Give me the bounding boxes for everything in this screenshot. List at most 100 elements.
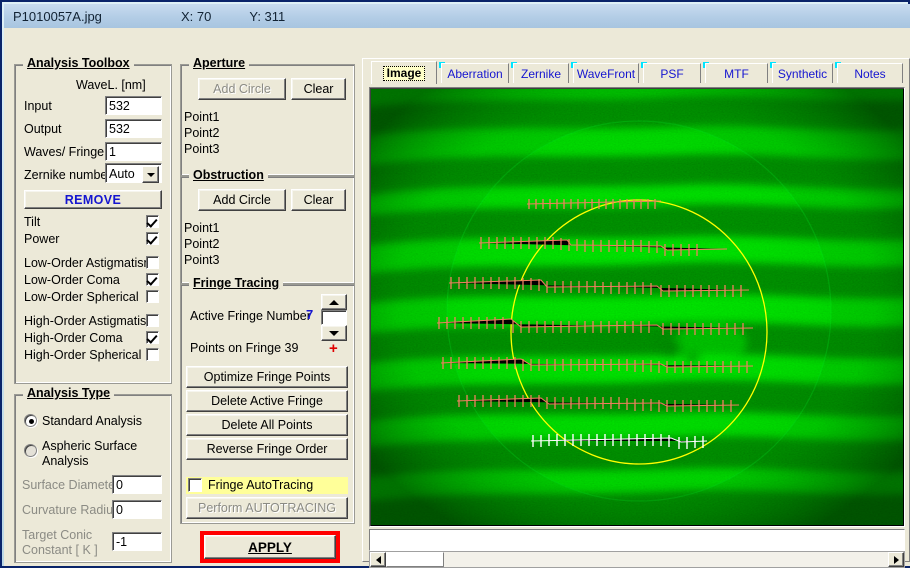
surface-diameter-field[interactable]: 0 — [112, 475, 162, 494]
optimize-fringe-points-button[interactable]: Optimize Fringe Points — [186, 366, 348, 388]
tab-mtf[interactable]: MTF — [705, 63, 768, 83]
curvature-radius-field[interactable]: 0 — [112, 500, 162, 519]
remove-button[interactable]: REMOVE — [24, 190, 162, 209]
tab-mtf-label: MTF — [724, 66, 749, 81]
radio-aspheric-surface-analysis[interactable] — [24, 444, 37, 457]
title-bar: P1010057A.jpg X: 70 Y: 311 — [4, 4, 910, 28]
input-wavelength-field[interactable]: 532 — [105, 96, 162, 115]
zernike-number-select[interactable]: Auto — [105, 163, 162, 183]
analysis-type-legend: Analysis Type — [23, 386, 115, 400]
tab-wavefront-label: WaveFront — [576, 66, 636, 81]
tab-wavefront[interactable]: WaveFront — [573, 63, 639, 83]
interferogram-image[interactable] — [371, 89, 903, 525]
active-fringe-number-label: Active Fringe Number — [190, 309, 311, 323]
fringe-autotracing-checkbox[interactable] — [188, 478, 202, 492]
application-window: P1010057A.jpg X: 70 Y: 311 Analysis Tool… — [0, 0, 910, 568]
delete-active-fringe-button[interactable]: Delete Active Fringe — [186, 390, 348, 412]
image-horizontal-scrollbar[interactable] — [369, 551, 905, 568]
aberration-checkbox-low-order-coma[interactable] — [146, 273, 159, 286]
apply-button[interactable]: APPLY — [204, 535, 336, 559]
cursor-x-readout: X: 70 — [181, 8, 212, 24]
aberration-checkbox-tilt[interactable] — [146, 215, 159, 228]
scroll-left-arrow-icon[interactable] — [370, 552, 386, 567]
target-conic-label-line1: Target Conic — [22, 528, 93, 542]
aberration-checkbox-high-order-astigmatism[interactable] — [146, 314, 159, 327]
target-conic-field[interactable]: -1 — [112, 532, 162, 551]
spin-up-button[interactable] — [321, 294, 347, 310]
aperture-legend: Aperture — [189, 56, 250, 70]
spin-down-button[interactable] — [321, 325, 347, 341]
fringe-number-spin-field[interactable] — [321, 310, 347, 325]
radio-standard-analysis[interactable] — [24, 414, 37, 427]
scrollbar-track[interactable] — [386, 552, 888, 567]
input-label: Input — [24, 99, 52, 113]
interferogram-viewport[interactable] — [369, 87, 905, 527]
increment-points-icon[interactable]: + — [329, 341, 338, 356]
aberration-checkbox-high-order-coma[interactable] — [146, 331, 159, 344]
tab-zernike[interactable]: Zernike — [513, 63, 569, 83]
waves-per-fringe-label: Waves/ Fringe — [24, 145, 105, 159]
aberration-checkbox-low-order-spherical[interactable] — [146, 290, 159, 303]
points-on-fringe-label: Points on Fringe 39 — [190, 341, 299, 355]
aberration-label-power: Power — [24, 232, 60, 246]
aspheric-analysis-label-line2: Analysis — [42, 454, 89, 468]
zernike-number-value: Auto — [109, 167, 135, 181]
title-filename: P1010057A.jpg — [13, 8, 102, 24]
surface-diameter-label: Surface Diameter — [22, 478, 120, 492]
scroll-right-arrow-icon[interactable] — [888, 552, 904, 567]
active-fringe-number-value: 7 — [306, 307, 314, 322]
standard-analysis-label: Standard Analysis — [42, 414, 143, 428]
delete-all-points-button[interactable]: Delete All Points — [186, 414, 348, 436]
obstruction-add-circle-button[interactable]: Add Circle — [198, 189, 286, 211]
client-area: Analysis Toolbox WaveL. [nm] Input 532 O… — [4, 28, 910, 568]
scrollbar-thumb[interactable] — [386, 552, 444, 567]
image-info-strip — [369, 529, 905, 551]
output-wavelength-field[interactable]: 532 — [105, 119, 162, 138]
apply-button-highlight-frame: APPLY — [200, 531, 340, 563]
tab-synthetic[interactable]: Synthetic — [772, 63, 833, 83]
zernike-number-label: Zernike number — [24, 168, 112, 182]
wavelength-header: WaveL. [nm] — [76, 78, 146, 92]
tab-psf-label: PSF — [660, 66, 684, 81]
aberration-label-low-order-coma: Low-Order Coma — [24, 273, 120, 287]
target-conic-label-line2: Constant [ K ] — [22, 543, 98, 557]
tab-strip: Image Aberration Zernike WaveFront PSF M… — [365, 61, 909, 84]
aberration-checkbox-low-order-astigmatism[interactable] — [146, 256, 159, 269]
tab-image[interactable]: Image — [371, 61, 437, 84]
aperture-point-1[interactable]: Point1 — [184, 110, 219, 124]
waves-per-fringe-field[interactable]: 1 — [105, 142, 162, 161]
aberration-label-low-order-astigmatism: Low-Order Astigmatism — [24, 256, 154, 270]
chevron-down-icon[interactable] — [142, 166, 159, 183]
tab-aberration[interactable]: Aberration — [441, 63, 509, 83]
obstruction-point-3[interactable]: Point3 — [184, 253, 219, 267]
reverse-fringe-order-button[interactable]: Reverse Fringe Order — [186, 438, 348, 460]
tab-image-label: Image — [382, 65, 426, 81]
aberration-label-low-order-spherical: Low-Order Spherical — [24, 290, 139, 304]
tab-synthetic-label: Synthetic — [777, 66, 828, 81]
cursor-y-readout: Y: 311 — [249, 8, 286, 24]
aspheric-analysis-label-line1: Aspheric Surface — [42, 439, 138, 453]
aberration-checkbox-high-order-spherical[interactable] — [146, 348, 159, 361]
tab-notes-label: Notes — [854, 66, 886, 81]
output-label: Output — [24, 122, 62, 136]
aberration-checkbox-power[interactable] — [146, 232, 159, 245]
fringe-autotracing-label: Fringe AutoTracing — [186, 477, 348, 494]
tab-zernike-label: Zernike — [520, 66, 561, 81]
obstruction-point-2[interactable]: Point2 — [184, 237, 219, 251]
tab-notes[interactable]: Notes — [837, 63, 903, 83]
obstruction-clear-button[interactable]: Clear — [291, 189, 346, 211]
fringe-tracing-legend: Fringe Tracing — [189, 276, 284, 290]
obstruction-point-1[interactable]: Point1 — [184, 221, 219, 235]
aperture-add-circle-button[interactable]: Add Circle — [198, 78, 286, 100]
tab-aberration-label: Aberration — [447, 66, 503, 81]
results-panel: Image Aberration Zernike WaveFront PSF M… — [362, 58, 910, 568]
aberration-label-tilt: Tilt — [24, 215, 41, 229]
aberration-label-high-order-astigmatism: High-Order Astigmatism — [24, 314, 157, 328]
aberration-label-high-order-spherical: High-Order Spherical — [24, 348, 142, 362]
aperture-point-2[interactable]: Point2 — [184, 126, 219, 140]
curvature-radius-label: Curvature Radius — [22, 503, 120, 517]
tab-psf[interactable]: PSF — [643, 63, 701, 83]
perform-autotracing-button[interactable]: Perform AUTOTRACING — [186, 497, 348, 519]
aperture-clear-button[interactable]: Clear — [291, 78, 346, 100]
aperture-point-3[interactable]: Point3 — [184, 142, 219, 156]
